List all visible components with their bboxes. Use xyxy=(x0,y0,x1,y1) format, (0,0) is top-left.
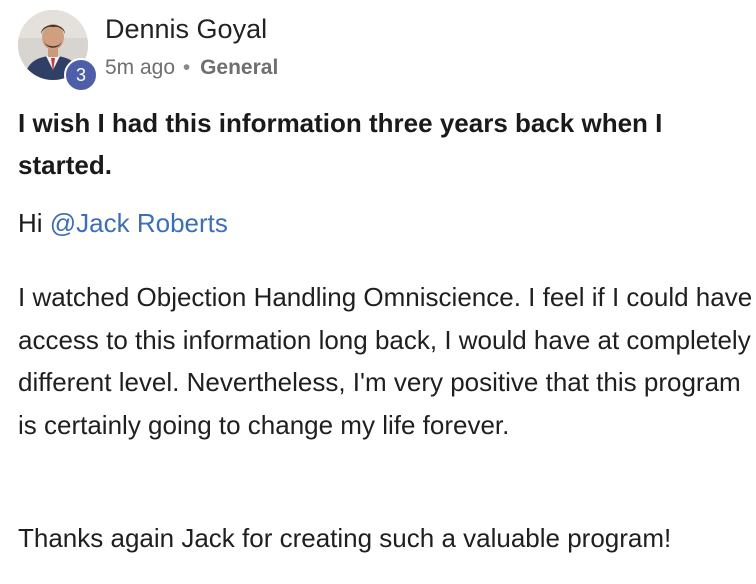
post-card: 3 Dennis Goyal 5m ago • General I wish I… xyxy=(0,0,756,584)
author-avatar-container[interactable]: 3 xyxy=(18,10,98,92)
greeting-text: Hi xyxy=(18,208,50,238)
level-badge: 3 xyxy=(64,58,98,92)
post-body: I watched Objection Handling Omniscience… xyxy=(18,282,753,440)
post-time: 5m ago xyxy=(105,56,176,79)
post-meta: 5m ago • General xyxy=(105,56,278,80)
post-closing: Thanks again Jack for creating such a va… xyxy=(18,523,672,553)
post-header: 3 Dennis Goyal 5m ago • General xyxy=(18,10,738,92)
post-greeting: Hi @Jack Roberts xyxy=(18,203,228,243)
mention-link[interactable]: @Jack Roberts xyxy=(50,208,228,238)
meta-separator: • xyxy=(182,56,191,79)
post-title: I wish I had this information three year… xyxy=(18,108,663,180)
author-name[interactable]: Dennis Goyal xyxy=(105,14,267,45)
post-category[interactable]: General xyxy=(200,56,278,79)
